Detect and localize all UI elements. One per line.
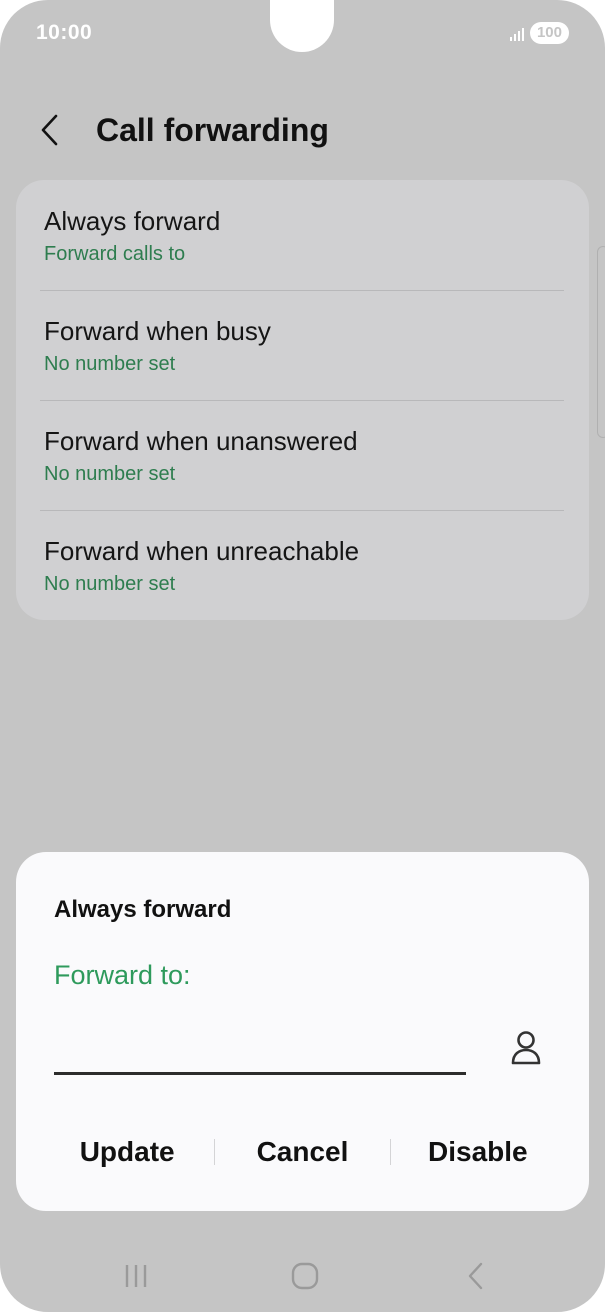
chevron-left-icon — [41, 114, 58, 146]
setting-subtitle: Forward calls to — [44, 243, 186, 265]
forward-dialog: Always forward Forward to: Update Cancel… — [16, 852, 589, 1211]
forward-to-label: Forward to: — [54, 960, 191, 990]
setting-title: Forward when unanswered — [44, 426, 358, 456]
setting-title: Forward when unreachable — [44, 536, 360, 566]
home-icon — [291, 1262, 319, 1290]
setting-always-forward[interactable]: Always forward Forward calls to — [16, 180, 589, 290]
person-icon — [511, 1031, 541, 1065]
dialog-title: Always forward — [54, 896, 232, 923]
back-icon — [468, 1262, 483, 1290]
disable-button[interactable]: Disable — [391, 1136, 565, 1168]
setting-subtitle: No number set — [44, 353, 176, 375]
recents-icon — [125, 1265, 147, 1287]
status-time: 10:00 — [36, 21, 93, 44]
app-header: Call forwarding — [40, 108, 329, 152]
contact-picker-button[interactable] — [506, 1028, 546, 1068]
setting-title: Always forward — [44, 206, 221, 236]
setting-subtitle: No number set — [44, 463, 176, 485]
forward-number-input[interactable] — [54, 1028, 466, 1075]
nav-back-button[interactable] — [456, 1258, 496, 1294]
setting-subtitle: No number set — [44, 573, 176, 595]
home-button[interactable] — [285, 1258, 325, 1294]
phone-screen: 10:00 100 Call forwarding Always forward… — [0, 0, 605, 1312]
camera-notch — [270, 0, 334, 52]
cancel-button[interactable]: Cancel — [215, 1136, 389, 1168]
battery-indicator: 100 — [529, 22, 569, 44]
status-icons: 100 — [509, 22, 569, 44]
back-button[interactable] — [40, 108, 74, 152]
recents-button[interactable] — [116, 1258, 156, 1294]
navigation-bar — [0, 1248, 605, 1304]
settings-card: Always forward Forward calls to Forward … — [16, 180, 589, 620]
setting-title: Forward when busy — [44, 316, 271, 346]
setting-forward-when-unanswered[interactable]: Forward when unanswered No number set — [16, 400, 589, 510]
setting-forward-when-busy[interactable]: Forward when busy No number set — [16, 290, 589, 400]
scroll-handle[interactable] — [597, 246, 605, 438]
dialog-actions: Update Cancel Disable — [40, 1130, 565, 1174]
update-button[interactable]: Update — [40, 1136, 214, 1168]
setting-forward-when-unreachable[interactable]: Forward when unreachable No number set — [16, 510, 589, 620]
page-title: Call forwarding — [96, 111, 329, 148]
signal-icon — [509, 25, 524, 41]
